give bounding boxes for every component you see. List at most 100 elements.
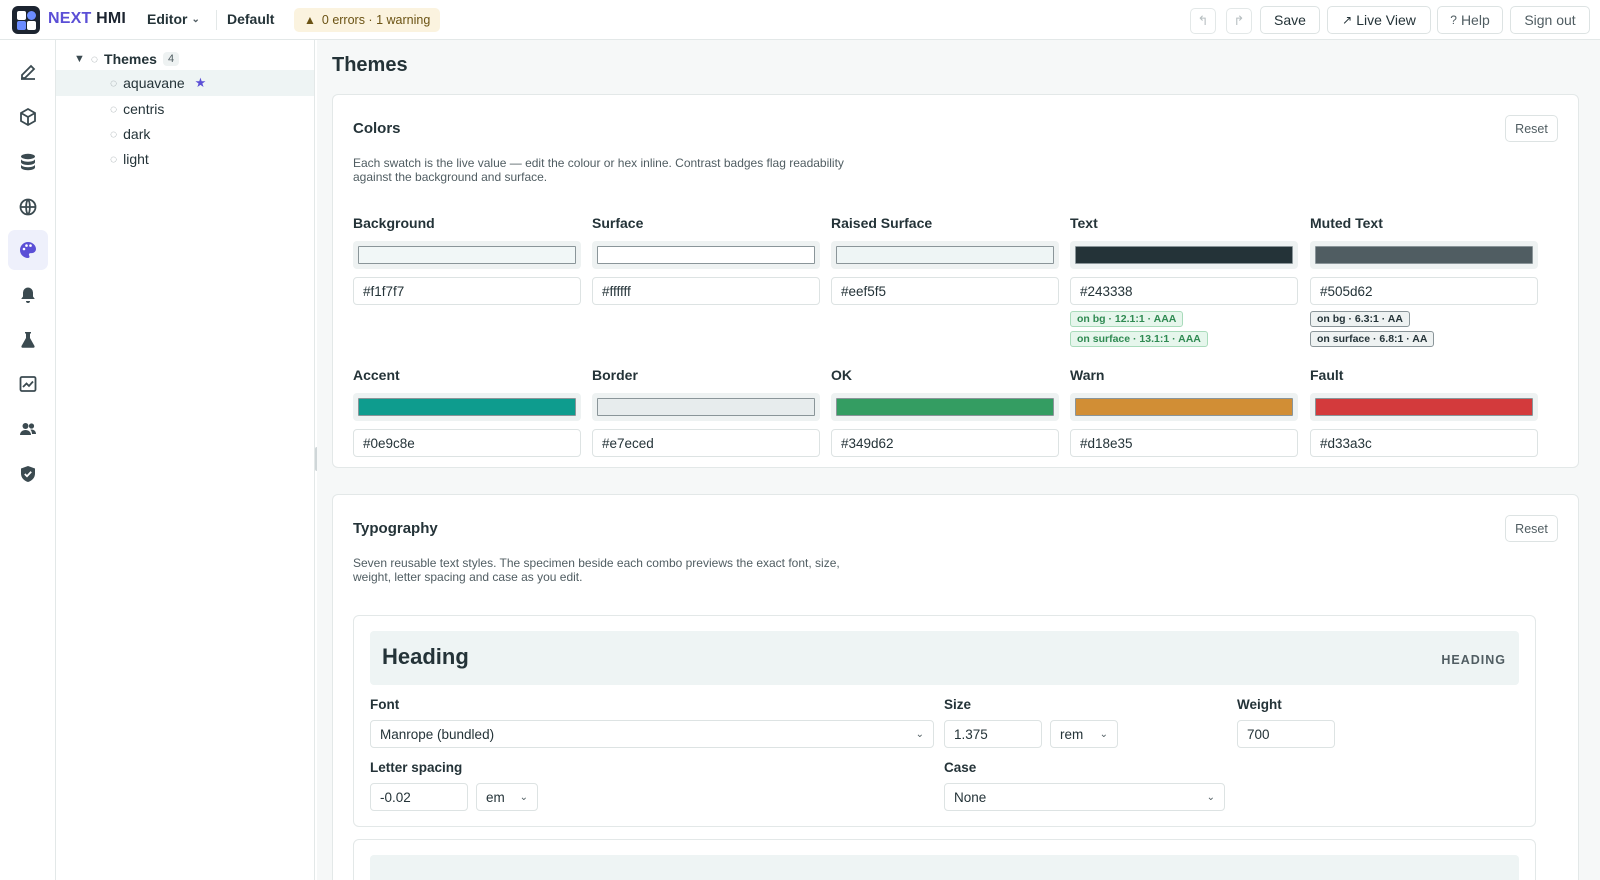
font-select-value: Manrope (bundled) (380, 726, 495, 742)
color-picker[interactable] (831, 241, 1059, 269)
color-picker[interactable] (1070, 241, 1298, 269)
palette-outline-icon: ◌ (90, 52, 99, 66)
contrast-badge: on surface · 6.8:1 · AA (1310, 331, 1435, 347)
case-label: Case (944, 760, 977, 775)
database-icon (21, 153, 35, 171)
hex-input[interactable]: #349d62 (831, 429, 1059, 457)
color-preview (1315, 398, 1533, 416)
hex-input[interactable]: #f1f7f7 (353, 277, 581, 305)
validation-status[interactable]: ▲ 0 errors · 1 warning (294, 8, 441, 32)
typography-card: Typography Reset Seven reusable text sty… (332, 494, 1579, 880)
weight-input[interactable]: 700 (1237, 720, 1335, 748)
letter-spacing-unit-select[interactable]: em ⌄ (476, 783, 538, 811)
live-view-button[interactable]: ↗ Live View (1327, 6, 1431, 34)
rail-components[interactable] (8, 97, 48, 137)
external-link-icon: ↗ (1342, 13, 1353, 27)
rail-alarms[interactable] (8, 275, 48, 315)
color-preview (836, 398, 1054, 416)
tree-item-label: light (123, 151, 149, 167)
swatch-surface: Surface #ffffff (592, 215, 820, 305)
caret-down-icon[interactable]: ▼ (74, 53, 85, 65)
color-picker[interactable] (1310, 393, 1538, 421)
color-preview (358, 246, 576, 264)
swatch-text: Text #243338 on bg · 12.1:1 · AAA on sur… (1070, 215, 1298, 347)
swatch-label: Raised Surface (831, 215, 933, 231)
swatch-label: Warn (1070, 367, 1105, 383)
color-picker[interactable] (353, 241, 581, 269)
rail-network[interactable] (8, 187, 48, 227)
palette-icon (20, 242, 36, 258)
hex-input[interactable]: #eef5f5 (831, 277, 1059, 305)
tree-root-themes[interactable]: ▼ ◌ Themes 4 (74, 48, 180, 70)
save-button[interactable]: Save (1260, 6, 1320, 34)
hex-input[interactable]: #ffffff (592, 277, 820, 305)
swatch-label: Border (592, 367, 638, 383)
tree-item-centris[interactable]: ◌ centris (56, 96, 314, 122)
colors-reset-button[interactable]: Reset (1505, 115, 1558, 142)
letter-spacing-input[interactable]: -0.02 (370, 783, 468, 811)
size-input[interactable]: 1.375 (944, 720, 1042, 748)
palette-outline-icon: ◌ (110, 76, 118, 90)
font-select[interactable]: Manrope (bundled) ⌄ (370, 720, 934, 748)
letter-spacing-unit-value: em (486, 789, 505, 805)
hex-input[interactable]: #505d62 (1310, 277, 1538, 305)
color-picker[interactable] (1310, 241, 1538, 269)
hex-input[interactable]: #d33a3c (1310, 429, 1538, 457)
brand-name: NEXT HMI (48, 10, 127, 27)
left-rail (0, 40, 56, 880)
colors-card: Colors Reset Each swatch is the live val… (332, 94, 1579, 468)
redo-button[interactable]: ↱ (1226, 8, 1252, 34)
color-picker[interactable] (592, 393, 820, 421)
text-style-heading: Heading HEADING Font Manrope (bundled) ⌄… (353, 615, 1536, 827)
hex-input[interactable]: #243338 (1070, 277, 1298, 305)
tree-item-dark[interactable]: ◌ dark (56, 121, 314, 147)
chart-icon (19, 376, 37, 392)
contrast-badge: on surface · 13.1:1 · AAA (1070, 331, 1208, 347)
rail-edit[interactable] (8, 52, 48, 92)
live-view-label: Live View (1356, 12, 1416, 28)
tree-item-aquavane[interactable]: ◌ aquavane ★ (56, 70, 314, 96)
swatch-label: Accent (353, 367, 400, 383)
rail-users[interactable] (8, 409, 48, 449)
swatch-label: Fault (1310, 367, 1344, 383)
hex-input[interactable]: #0e9c8e (353, 429, 581, 457)
editor-menu-label: Editor (147, 11, 188, 27)
undo-icon: ↰ (1197, 13, 1209, 28)
editor-menu[interactable]: Editor ⌄ (147, 11, 200, 27)
save-button-label: Save (1274, 12, 1306, 28)
undo-button[interactable]: ↰ (1190, 8, 1216, 34)
rail-data[interactable] (8, 142, 48, 182)
color-picker[interactable] (592, 241, 820, 269)
color-preview (836, 246, 1054, 264)
rail-security[interactable] (8, 454, 48, 494)
tree-item-light[interactable]: ◌ light (56, 146, 314, 172)
help-icon: ? (1450, 13, 1457, 27)
contrast-badges: on bg · 6.3:1 · AA on surface · 6.8:1 · … (1310, 311, 1538, 347)
color-preview (358, 398, 576, 416)
hex-input[interactable]: #d18e35 (1070, 429, 1298, 457)
bell-icon (21, 287, 35, 303)
rail-tests[interactable] (8, 320, 48, 360)
rail-trends[interactable] (8, 364, 48, 404)
default-star-icon: ★ (194, 75, 207, 90)
help-button[interactable]: ? Help (1437, 6, 1503, 34)
text-style-next (353, 839, 1536, 880)
sign-out-button[interactable]: Sign out (1510, 6, 1590, 34)
color-picker[interactable] (353, 393, 581, 421)
tree-item-label: dark (123, 126, 151, 142)
chevron-down-icon: ⌄ (915, 728, 924, 740)
hex-input[interactable]: #e7eced (592, 429, 820, 457)
typography-reset-button[interactable]: Reset (1505, 515, 1558, 542)
size-unit-select[interactable]: rem ⌄ (1050, 720, 1118, 748)
letter-spacing-label: Letter spacing (370, 760, 463, 775)
project-name: Default (227, 11, 275, 27)
case-value: None (954, 789, 987, 805)
case-select[interactable]: None ⌄ (944, 783, 1225, 811)
colors-description: Each swatch is the live value — edit the… (353, 156, 844, 184)
app-logo-icon (12, 6, 40, 34)
size-label: Size (944, 697, 972, 712)
main-content: Themes Colors Reset Each swatch is the l… (317, 40, 1600, 880)
color-picker[interactable] (831, 393, 1059, 421)
rail-themes[interactable] (8, 230, 48, 270)
color-picker[interactable] (1070, 393, 1298, 421)
